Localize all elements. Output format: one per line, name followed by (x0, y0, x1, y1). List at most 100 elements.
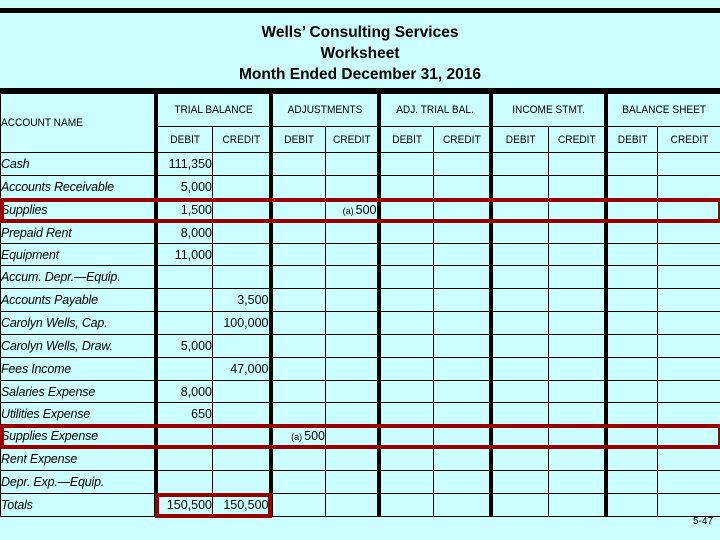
bs-debit-cell (603, 198, 658, 222)
header-group-row: ACCOUNT NAME TRIAL BALANCE ADJUSTMENTS A… (0, 93, 720, 153)
bs-debit-cell (603, 311, 658, 335)
adjustment-amount: 500 (355, 203, 377, 217)
atb-credit-cell (433, 243, 491, 266)
atb-debit-cell (376, 357, 434, 381)
tb-credit-cell (212, 380, 271, 403)
atb-credit-cell (433, 447, 491, 471)
tb-debit-cell: 5,000 (153, 175, 213, 199)
header-account-name: ACCOUNT NAME (0, 93, 156, 153)
account-name-cell: Salaries Expense (0, 380, 156, 403)
account-name-cell: Accounts Payable (0, 288, 156, 312)
title-line-3: Month Ended December 31, 2016 (238, 66, 482, 83)
account-name-cell: Accum. Depr.—Equip. (0, 265, 156, 289)
is-credit-cell (548, 311, 606, 335)
adj-credit-cell (325, 380, 379, 403)
tb-credit-cell (212, 221, 271, 244)
adjustment-ref-label: (a) (342, 206, 354, 216)
tb-credit-cell (212, 152, 271, 176)
account-name-cell: Fees Income (0, 357, 156, 381)
table-row: Rent Expense (0, 447, 720, 471)
worksheet-head: ACCOUNT NAME TRIAL BALANCE ADJUSTMENTS A… (0, 93, 720, 153)
bs-credit-cell (657, 198, 720, 222)
atb-debit-cell (376, 493, 434, 517)
is-credit-cell (548, 493, 606, 517)
tb-debit-cell (153, 470, 213, 494)
adj-credit-cell (325, 265, 379, 289)
is-credit-cell (548, 221, 606, 244)
title-line-2: Worksheet (320, 45, 400, 62)
tb-credit-cell (212, 175, 271, 199)
is-credit-cell (548, 198, 606, 222)
account-name-cell: Equipment (0, 243, 156, 266)
atb-credit-cell (433, 357, 491, 381)
header-atb-credit: CREDIT (435, 126, 489, 153)
adj-debit-cell (268, 311, 326, 335)
header-is-debit: DEBIT (490, 126, 547, 153)
is-debit-cell (488, 311, 549, 335)
is-credit-cell (548, 288, 606, 312)
is-debit-cell (488, 288, 549, 312)
bs-debit-cell (603, 288, 658, 312)
atb-credit-cell (433, 198, 491, 222)
atb-credit-cell (433, 380, 491, 403)
adj-debit-cell (268, 493, 326, 517)
bs-debit-cell (603, 243, 658, 266)
slide-title: Wells’ Consulting Services Worksheet Mon… (0, 17, 720, 89)
is-credit-cell (548, 265, 606, 289)
bs-credit-cell (657, 288, 720, 312)
bs-credit-cell (657, 424, 720, 448)
tb-credit-cell (212, 470, 271, 494)
table-row: Cash 111,350 (0, 152, 720, 176)
tb-debit-cell (153, 311, 213, 335)
is-credit-cell (548, 424, 606, 448)
is-debit-cell (488, 198, 549, 222)
atb-debit-cell (376, 380, 434, 403)
is-debit-cell (488, 265, 549, 289)
atb-debit-cell (376, 470, 434, 494)
account-name-cell: Accounts Receivable (0, 175, 156, 199)
account-name-cell: Supplies Expense (0, 424, 156, 448)
bs-debit-cell (603, 334, 658, 358)
tb-credit-cell: 150,500 (212, 493, 271, 517)
adj-debit-cell (268, 198, 326, 222)
adjustment-amount: 500 (304, 429, 325, 443)
atb-credit-cell (433, 311, 491, 335)
account-name-cell: Utilities Expense (0, 402, 156, 425)
worksheet-table: ACCOUNT NAME TRIAL BALANCE ADJUSTMENTS A… (0, 93, 720, 517)
tb-debit-cell (153, 265, 213, 289)
slide-canvas: Wells’ Consulting Services Worksheet Mon… (0, 0, 720, 540)
is-debit-cell (488, 447, 549, 471)
tb-credit-cell (212, 447, 271, 471)
table-row: Totals 150,500 150,500 (0, 493, 720, 517)
bs-credit-cell (657, 402, 720, 425)
tb-debit-cell: 150,500 (153, 493, 213, 517)
is-debit-cell (488, 175, 549, 199)
adj-debit-cell (268, 470, 326, 494)
bs-debit-cell (603, 221, 658, 244)
bs-credit-cell (657, 243, 720, 266)
tb-credit-cell (212, 424, 271, 448)
atb-credit-cell (433, 265, 491, 289)
atb-debit-cell (376, 175, 434, 199)
tb-credit-cell (212, 402, 271, 425)
is-debit-cell (488, 152, 549, 176)
tb-debit-cell (153, 288, 213, 312)
tb-credit-cell (212, 243, 271, 266)
tb-credit-cell: 100,000 (212, 311, 271, 335)
atb-credit-cell (433, 221, 491, 244)
atb-credit-cell (433, 402, 491, 425)
atb-debit-cell (376, 243, 434, 266)
is-credit-cell (548, 470, 606, 494)
bs-credit-cell (657, 265, 720, 289)
adj-debit-cell (268, 402, 326, 425)
account-name-cell: Rent Expense (0, 447, 156, 471)
bs-debit-cell (603, 357, 658, 381)
atb-debit-cell (376, 198, 434, 222)
header-adj-debit: DEBIT (270, 126, 324, 153)
tb-credit-cell (212, 265, 271, 289)
tb-debit-cell: 650 (153, 402, 213, 425)
atb-credit-cell (433, 152, 491, 176)
table-row: Fees Income 47,000 (0, 357, 720, 381)
table-row: Supplies Expense (a) 500 (0, 424, 720, 448)
atb-debit-cell (376, 288, 434, 312)
